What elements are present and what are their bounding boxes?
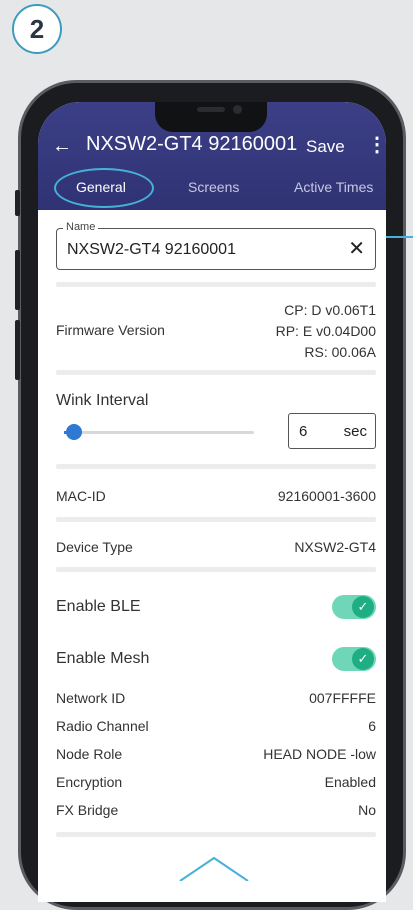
phone-notch: [155, 102, 267, 132]
divider: [56, 567, 376, 572]
name-field-callout-line: [386, 236, 413, 238]
enable-ble-label: Enable BLE: [56, 598, 141, 615]
radio-channel-label: Radio Channel: [56, 718, 149, 734]
network-id-label: Network ID: [56, 690, 126, 706]
wink-interval-unit: sec: [343, 423, 367, 440]
divider: [56, 370, 376, 375]
back-arrow-icon[interactable]: ←: [52, 135, 72, 158]
tab-active-times[interactable]: Active Times: [294, 179, 373, 195]
divider: [56, 832, 376, 837]
wink-interval-value[interactable]: 6: [299, 423, 307, 440]
enable-ble-toggle[interactable]: ✓: [332, 595, 376, 619]
front-camera: [233, 105, 242, 114]
enable-mesh-label: Enable Mesh: [56, 650, 150, 667]
encryption-value: Enabled: [324, 774, 376, 790]
fx-bridge-value: No: [358, 802, 376, 818]
more-options-icon[interactable]: ⋮: [367, 132, 386, 157]
phone-volume-down-button: [15, 320, 20, 380]
save-button[interactable]: Save: [306, 137, 345, 157]
step-number-badge: 2: [12, 4, 62, 54]
firmware-version-label: Firmware Version: [56, 322, 165, 338]
device-title: NXSW2-GT4 92160001: [86, 133, 298, 155]
device-type-value: NXSW2-GT4: [294, 539, 376, 555]
device-type-label: Device Type: [56, 539, 133, 555]
wink-interval-label: Wink Interval: [56, 392, 149, 409]
check-icon: ✓: [352, 596, 374, 618]
tab-screens[interactable]: Screens: [188, 179, 239, 195]
divider: [56, 517, 376, 522]
divider: [56, 282, 376, 287]
firmware-rp-version: RP: E v0.04D00: [275, 323, 376, 339]
mac-id-value: 92160001-3600: [277, 488, 376, 504]
speaker-grille: [197, 107, 225, 112]
radio-channel-value: 6: [368, 718, 376, 734]
name-field-label: Name: [63, 221, 99, 233]
divider: [56, 464, 376, 469]
mac-id-label: MAC-ID: [56, 488, 106, 504]
firmware-cp-version: CP: D v0.06T1: [284, 302, 376, 318]
enable-mesh-toggle[interactable]: ✓: [332, 647, 376, 671]
firmware-version-values: CP: D v0.06T1 RP: E v0.04D00 RS: 00.06A: [276, 300, 376, 363]
node-role-value: HEAD NODE -low: [263, 746, 376, 762]
wink-interval-slider-track[interactable]: [64, 431, 254, 434]
firmware-rs-version: RS: 00.06A: [304, 344, 376, 360]
wink-interval-input[interactable]: 6 sec: [288, 413, 376, 449]
general-settings-panel: Name NXSW2-GT4 92160001 ✕ Firmware Versi…: [38, 210, 386, 902]
name-field-value[interactable]: NXSW2-GT4 92160001: [67, 241, 236, 259]
phone-side-button: [15, 190, 20, 216]
check-icon: ✓: [352, 648, 374, 670]
tab-highlight-ring: [54, 168, 154, 208]
fx-bridge-label: FX Bridge: [56, 802, 119, 818]
name-field[interactable]: Name NXSW2-GT4 92160001 ✕: [56, 221, 376, 270]
phone-volume-up-button: [15, 250, 20, 310]
wink-interval-slider-thumb[interactable]: [66, 424, 82, 440]
clear-icon[interactable]: ✕: [348, 236, 365, 261]
node-role-label: Node Role: [56, 746, 123, 762]
encryption-label: Encryption: [56, 774, 123, 790]
network-id-value: 007FFFFE: [309, 690, 376, 706]
phone-screen: ← NXSW2-GT4 92160001 Save ⋮ General Scre…: [38, 102, 386, 902]
